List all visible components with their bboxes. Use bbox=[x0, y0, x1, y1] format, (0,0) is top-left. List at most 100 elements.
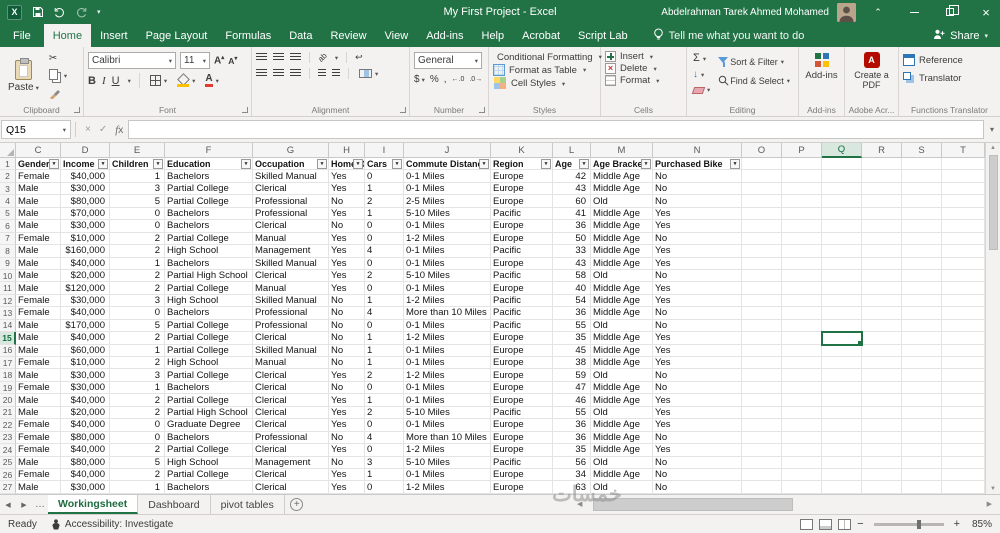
cell-J24[interactable]: 1-2 Miles bbox=[404, 444, 491, 457]
cell-D8[interactable]: $160,000 bbox=[61, 245, 110, 258]
cell-F20[interactable]: Partial College bbox=[165, 394, 253, 407]
cell-D23[interactable]: $80,000 bbox=[61, 431, 110, 445]
header-age[interactable]: Age ▾ bbox=[553, 158, 591, 171]
cell-M13[interactable]: Middle Age bbox=[591, 307, 653, 320]
cell-P22[interactable] bbox=[782, 419, 822, 432]
cell-M9[interactable]: Middle Age bbox=[591, 257, 653, 270]
cell-T13[interactable] bbox=[942, 307, 985, 320]
cell-N27[interactable]: No bbox=[653, 481, 742, 494]
row-header-16[interactable]: 16 bbox=[0, 344, 16, 357]
cell-C18[interactable]: Male bbox=[16, 369, 61, 382]
cell-E23[interactable]: 0 bbox=[110, 431, 165, 445]
cell-S6[interactable] bbox=[902, 220, 942, 233]
clear-button[interactable]: ▾ bbox=[691, 85, 712, 95]
cell-T15[interactable] bbox=[942, 332, 985, 345]
cell-R13[interactable] bbox=[862, 307, 902, 320]
cell-S11[interactable] bbox=[902, 282, 942, 295]
cell-T23[interactable] bbox=[942, 431, 985, 445]
cell-K12[interactable]: Pacific bbox=[491, 294, 553, 308]
cell-I22[interactable]: 0 bbox=[365, 419, 404, 432]
cell-I21[interactable]: 2 bbox=[365, 406, 404, 420]
cell-H23[interactable]: No bbox=[329, 431, 365, 445]
cell-K14[interactable]: Pacific bbox=[491, 319, 553, 333]
cell-Q26[interactable] bbox=[822, 468, 862, 482]
cell-R5[interactable] bbox=[862, 207, 902, 221]
cell-L10[interactable]: 58 bbox=[553, 269, 591, 283]
tell-me-box[interactable]: Tell me what you want to do bbox=[653, 24, 804, 47]
cell-J16[interactable]: 0-1 Miles bbox=[404, 344, 491, 357]
cell-Q14[interactable] bbox=[822, 319, 862, 333]
formula-input[interactable] bbox=[128, 120, 984, 139]
align-center-icon[interactable] bbox=[273, 69, 284, 78]
cell-F5[interactable]: Bachelors bbox=[165, 207, 253, 221]
undo-icon[interactable] bbox=[53, 7, 66, 18]
cell-H8[interactable]: Yes bbox=[329, 245, 365, 258]
reference-button[interactable]: Reference bbox=[903, 54, 996, 66]
cell-P11[interactable] bbox=[782, 282, 822, 295]
cell-J10[interactable]: 5-10 Miles bbox=[404, 269, 491, 283]
column-header-T[interactable]: T bbox=[942, 143, 985, 158]
cell-Q3[interactable] bbox=[822, 182, 862, 196]
header-age-bracket[interactable]: Age Bracket ▾ bbox=[591, 158, 653, 171]
cell-S16[interactable] bbox=[902, 344, 942, 357]
merge-center-button[interactable]: ▾ bbox=[357, 68, 380, 79]
cell-J7[interactable]: 1-2 Miles bbox=[404, 232, 491, 246]
cell-L2[interactable]: 42 bbox=[553, 170, 591, 183]
cell-J2[interactable]: 0-1 Miles bbox=[404, 170, 491, 183]
cell-L8[interactable]: 33 bbox=[553, 245, 591, 258]
cell-O14[interactable] bbox=[742, 319, 782, 333]
vertical-scrollbar-thumb[interactable] bbox=[988, 155, 998, 250]
share-button[interactable]: Share ▾ bbox=[921, 24, 1000, 47]
user-avatar[interactable] bbox=[837, 2, 856, 22]
cell-T21[interactable] bbox=[942, 406, 985, 420]
cell-J11[interactable]: 0-1 Miles bbox=[404, 282, 491, 295]
orientation-icon[interactable]: ab bbox=[316, 51, 329, 64]
row-header-12[interactable]: 12 bbox=[0, 294, 16, 308]
new-sheet-button[interactable]: + bbox=[285, 495, 309, 514]
cell-C27[interactable]: Male bbox=[16, 481, 61, 494]
cell-T14[interactable] bbox=[942, 319, 985, 333]
formula-bar-expand-icon[interactable]: ▾ bbox=[984, 125, 1000, 134]
cell-Q16[interactable] bbox=[822, 344, 862, 357]
cell-H3[interactable]: Yes bbox=[329, 182, 365, 196]
cell-E11[interactable]: 2 bbox=[110, 282, 165, 295]
cell-K18[interactable]: Europe bbox=[491, 369, 553, 382]
column-header-F[interactable]: F bbox=[165, 143, 253, 158]
cell-H13[interactable]: No bbox=[329, 307, 365, 320]
cell-F26[interactable]: Partial College bbox=[165, 468, 253, 482]
cell-Q24[interactable] bbox=[822, 444, 862, 457]
column-header-P[interactable]: P bbox=[782, 143, 822, 158]
italic-button[interactable]: I bbox=[102, 75, 106, 87]
cell-F22[interactable]: Graduate Degree bbox=[165, 419, 253, 432]
hscroll-right-icon[interactable]: ▶ bbox=[987, 500, 992, 508]
bold-button[interactable]: B bbox=[88, 75, 96, 87]
cell-E24[interactable]: 2 bbox=[110, 444, 165, 457]
cell-T17[interactable] bbox=[942, 357, 985, 370]
cell-T19[interactable] bbox=[942, 381, 985, 395]
cell-D5[interactable]: $70,000 bbox=[61, 207, 110, 221]
cell-T5[interactable] bbox=[942, 207, 985, 221]
cell-C3[interactable]: Male bbox=[16, 182, 61, 196]
cell-O19[interactable] bbox=[742, 381, 782, 395]
cell-S26[interactable] bbox=[902, 468, 942, 482]
cell-J3[interactable]: 0-1 Miles bbox=[404, 182, 491, 196]
cell-C13[interactable]: Female bbox=[16, 307, 61, 320]
format-as-table-button[interactable]: Format as Table ▾ bbox=[493, 64, 596, 76]
cell-P20[interactable] bbox=[782, 394, 822, 407]
decrease-indent-icon[interactable] bbox=[318, 69, 326, 78]
cell-G14[interactable]: Professional bbox=[253, 319, 329, 333]
close-button[interactable]: × bbox=[972, 0, 1000, 24]
cell-S13[interactable] bbox=[902, 307, 942, 320]
row-header-21[interactable]: 21 bbox=[0, 406, 16, 420]
cell-I9[interactable]: 0 bbox=[365, 257, 404, 270]
cell-L19[interactable]: 47 bbox=[553, 381, 591, 395]
cell-R14[interactable] bbox=[862, 319, 902, 333]
cell-C5[interactable]: Male bbox=[16, 207, 61, 221]
cell-K10[interactable]: Pacific bbox=[491, 269, 553, 283]
cell-H7[interactable]: Yes bbox=[329, 232, 365, 246]
cell-K20[interactable]: Europe bbox=[491, 394, 553, 407]
customize-qat-icon[interactable]: ▾ bbox=[97, 8, 101, 16]
cell-R11[interactable] bbox=[862, 282, 902, 295]
column-header-G[interactable]: G bbox=[253, 143, 329, 158]
cell-N26[interactable]: No bbox=[653, 468, 742, 482]
